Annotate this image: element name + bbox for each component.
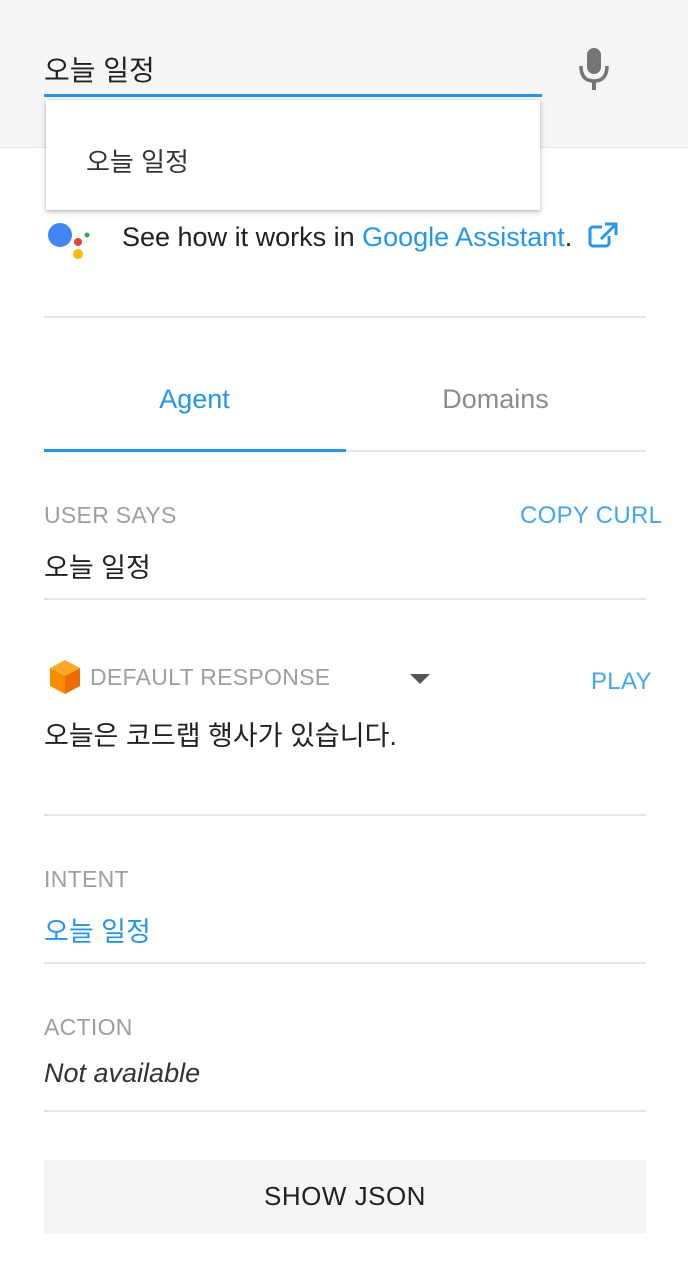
autocomplete-dropdown: 오늘 일정: [46, 100, 540, 210]
tab-domains[interactable]: Domains: [345, 350, 646, 450]
assistant-text-prefix: See how it works in: [122, 222, 363, 252]
tab-agent[interactable]: Agent: [44, 350, 345, 450]
intent-label: INTENT: [44, 866, 129, 892]
user-says-value: 오늘 일정: [44, 553, 151, 583]
response-dropdown-icon[interactable]: [410, 674, 430, 684]
google-assistant-link[interactable]: Google Assistant: [362, 222, 565, 252]
play-button[interactable]: PLAY: [591, 668, 652, 696]
divider: [44, 962, 646, 964]
query-input-underline: [44, 94, 542, 97]
query-input[interactable]: [44, 40, 542, 98]
divider: [44, 598, 646, 600]
external-link-icon[interactable]: [588, 222, 618, 248]
google-assistant-icon: [48, 223, 90, 259]
intent-link[interactable]: 오늘 일정: [44, 910, 151, 949]
autocomplete-suggestion[interactable]: 오늘 일정: [86, 142, 189, 179]
active-tab-indicator: [44, 449, 346, 452]
action-label: ACTION: [44, 1014, 133, 1040]
microphone-icon[interactable]: [574, 46, 614, 92]
assistant-text: See how it works in Google Assistant.: [122, 222, 618, 253]
divider: [44, 1110, 646, 1112]
action-value: Not available: [44, 1058, 201, 1088]
response-cube-icon: [50, 660, 80, 694]
divider: [44, 814, 646, 816]
copy-curl-button[interactable]: COPY CURL: [520, 502, 662, 530]
default-response-text: 오늘은 코드랩 행사가 있습니다.: [44, 721, 397, 751]
show-json-button[interactable]: SHOW JSON: [44, 1160, 646, 1232]
default-response-label: DEFAULT RESPONSE: [90, 664, 331, 690]
assistant-text-suffix: .: [564, 222, 573, 252]
divider: [44, 316, 646, 318]
assistant-row: See how it works in Google Assistant.: [44, 218, 646, 268]
user-says-label: USER SAYS: [44, 502, 177, 528]
